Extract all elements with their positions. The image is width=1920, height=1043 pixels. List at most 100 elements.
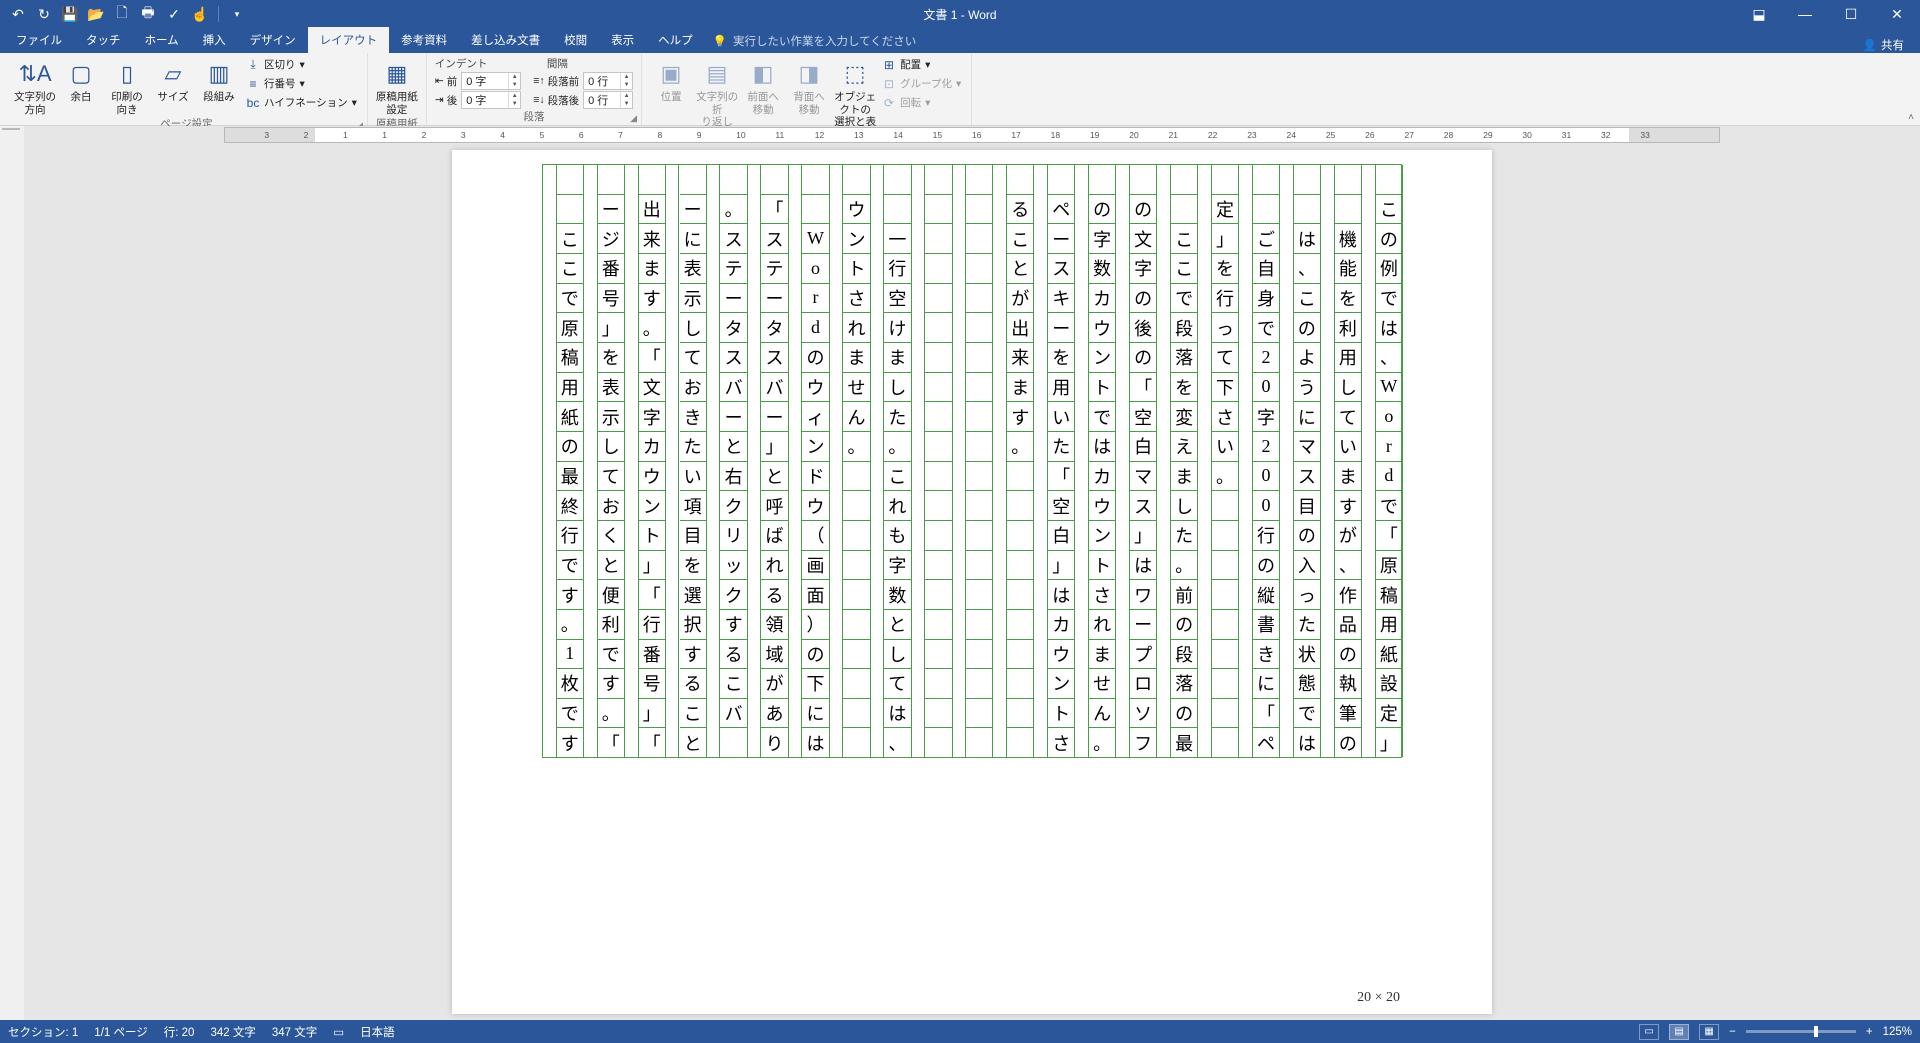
genko-cell: 域 <box>761 640 787 670</box>
tab-layout[interactable]: レイアウト <box>308 27 390 53</box>
genko-gutter-cell <box>1198 254 1211 284</box>
genko-gutter-cell <box>584 609 597 639</box>
undo-icon[interactable]: ↶ <box>10 6 26 22</box>
collapse-ribbon-icon[interactable]: ˄ <box>1908 112 1914 123</box>
send-backward-button[interactable]: ◨背面へ 移動 <box>788 56 830 116</box>
status-section[interactable]: セクション: 1 <box>8 1024 78 1040</box>
genko-settings-button[interactable]: ▦原稿用紙 設定 <box>376 56 418 116</box>
new-doc-icon[interactable]: 🗋 <box>114 6 130 22</box>
tab-file[interactable]: ファイル <box>4 27 74 53</box>
genko-cell: の <box>1294 521 1320 551</box>
status-page[interactable]: 1/1 ページ <box>94 1024 147 1040</box>
tell-me-search[interactable]: 💡 実行したい作業を入力してください <box>705 29 925 53</box>
tab-review[interactable]: 校閲 <box>552 27 599 53</box>
indent-left-input[interactable]: 0 字▲▼ <box>461 72 521 90</box>
document-viewport[interactable]: この例では、Wordで「原稿用紙設定」機能を利用していますが、作品の執筆のは、こ… <box>24 144 1920 1020</box>
align-button[interactable]: ⊞配置 ▾ <box>880 56 963 73</box>
chevron-down-icon[interactable]: ▼ <box>621 100 632 108</box>
bring-forward-button[interactable]: ◧前面へ 移動 <box>742 56 784 116</box>
genko-gutter-cell <box>1157 520 1170 550</box>
paragraph-launcher-icon[interactable]: ◢ <box>630 113 637 124</box>
tab-mailings[interactable]: 差し込み文書 <box>459 27 552 53</box>
share-button[interactable]: 👤 共有 <box>1863 37 1904 53</box>
genko-gutter-cell <box>871 283 884 313</box>
breaks-button[interactable]: ⤓区切り ▾ <box>244 56 359 73</box>
columns-button[interactable]: ▥段組み <box>198 56 240 104</box>
zoom-in-button[interactable]: + <box>1866 1026 1873 1038</box>
genko-gutter-cell <box>953 579 966 609</box>
open-icon[interactable]: 📂 <box>88 6 104 22</box>
genko-cell: 「 <box>598 728 624 757</box>
chevron-down-icon[interactable]: ▼ <box>509 100 520 108</box>
genko-gutter-cell <box>666 491 679 521</box>
genko-gutter-cell <box>1075 639 1088 669</box>
genko-cell: バ <box>761 373 787 403</box>
redo-icon[interactable]: ↻ <box>36 6 52 22</box>
genko-gutter-cell <box>584 195 597 225</box>
view-print-layout-icon[interactable]: ▤ <box>1669 1024 1689 1040</box>
tab-view[interactable]: 表示 <box>599 27 646 53</box>
save-icon[interactable]: 💾 <box>62 6 78 22</box>
spelling-icon[interactable]: ✓ <box>166 6 182 22</box>
genko-cell: し <box>680 313 706 343</box>
status-chars[interactable]: 347 文字 <box>272 1024 317 1040</box>
status-proofing-icon[interactable]: ▭ <box>333 1025 344 1039</box>
horizontal-ruler[interactable]: 3211234567891011121314151617181920212223… <box>224 127 1720 143</box>
chevron-up-icon[interactable]: ▲ <box>509 73 520 81</box>
share-label: 共有 <box>1881 37 1904 53</box>
zoom-level[interactable]: 125% <box>1883 1026 1912 1038</box>
margins-button[interactable]: ▢余白 <box>60 56 102 104</box>
space-after-input[interactable]: 0 行▲▼ <box>583 91 633 109</box>
genko-gutter-cell <box>953 520 966 550</box>
close-button[interactable]: ✕ <box>1874 0 1920 28</box>
genko-cell <box>1007 699 1033 729</box>
size-button[interactable]: ▱サイズ <box>152 56 194 104</box>
genko-gutter-cell <box>543 313 556 343</box>
line-numbers-button[interactable]: ≡行番号 ▾ <box>244 75 359 92</box>
vertical-ruler[interactable]: 1234567891011121314 <box>2 128 20 130</box>
view-read-mode-icon[interactable]: ▭ <box>1639 1024 1659 1040</box>
group-objects-button[interactable]: ⊡グループ化 ▾ <box>880 75 963 92</box>
chevron-up-icon[interactable]: ▲ <box>621 92 632 100</box>
genko-gutter-cell <box>625 579 638 609</box>
indent-right-input[interactable]: 0 字▲▼ <box>461 91 521 109</box>
genko-cell: ー <box>1048 224 1074 254</box>
rotate-button[interactable]: ⟳回転 ▾ <box>880 94 963 111</box>
genko-cell: 最 <box>1171 728 1197 757</box>
genko-gutter-cell <box>1198 343 1211 373</box>
chevron-down-icon[interactable]: ▼ <box>509 81 520 89</box>
genko-cell <box>925 462 951 492</box>
touch-mode-icon[interactable]: ☝ <box>192 6 208 22</box>
position-button[interactable]: ▣位置 <box>650 56 692 104</box>
tab-help[interactable]: ヘルプ <box>646 27 705 53</box>
genko-cell: 入 <box>1294 551 1320 581</box>
status-language[interactable]: 日本語 <box>360 1024 395 1040</box>
tab-insert[interactable]: 挿入 <box>191 27 238 53</box>
minimize-button[interactable]: — <box>1782 0 1828 28</box>
print-preview-icon[interactable]: 🖶 <box>140 6 156 22</box>
text-direction-button[interactable]: ⇅A文字列の 方向 <box>14 56 56 116</box>
genko-gutter-cell <box>1239 283 1252 313</box>
hyphenation-button[interactable]: bcハイフネーション ▾ <box>244 94 359 111</box>
ribbon-display-icon[interactable]: ⬓ <box>1736 0 1782 28</box>
chevron-up-icon[interactable]: ▲ <box>621 73 632 81</box>
orientation-button[interactable]: ▯印刷の 向き <box>106 56 148 116</box>
tab-home[interactable]: ホーム <box>133 27 191 53</box>
tab-design[interactable]: デザイン <box>238 27 308 53</box>
wrap-text-button[interactable]: ▤文字列の折 り返し <box>696 56 738 129</box>
view-web-layout-icon[interactable]: ▦ <box>1699 1024 1719 1040</box>
maximize-button[interactable]: ☐ <box>1828 0 1874 28</box>
chevron-down-icon[interactable]: ▼ <box>621 81 632 89</box>
genko-gutter-cell <box>993 639 1006 669</box>
zoom-slider[interactable] <box>1746 1030 1856 1033</box>
space-before-input[interactable]: 0 行▲▼ <box>583 72 633 90</box>
genko-cell: （ <box>802 521 828 551</box>
status-line[interactable]: 行: 20 <box>164 1024 195 1040</box>
genko-gutter-cell <box>1116 165 1129 195</box>
tab-touch[interactable]: タッチ <box>74 27 133 53</box>
tab-references[interactable]: 参考資料 <box>389 27 459 53</box>
zoom-out-button[interactable]: − <box>1729 1026 1736 1038</box>
status-words[interactable]: 342 文字 <box>210 1024 255 1040</box>
qat-customize-icon[interactable]: ▾ <box>229 6 245 22</box>
chevron-up-icon[interactable]: ▲ <box>509 92 520 100</box>
